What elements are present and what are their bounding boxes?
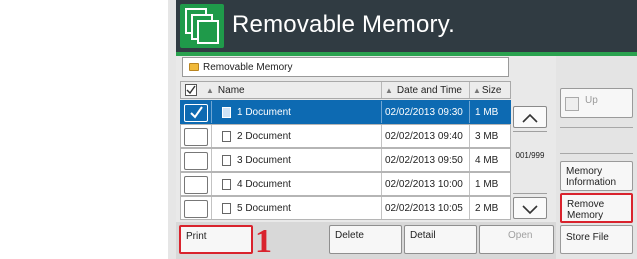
open-button[interactable]: Open [479,225,554,254]
column-header-date-label: Date and Time [396,85,462,96]
outer-strip [168,0,176,259]
row-date: 02/02/2013 09:40 [385,131,463,142]
step-callout-number: 1 [255,223,272,259]
store-file-label: Store File [566,232,609,243]
page-title: Removable Memory. [232,11,456,38]
row-name: 4 Document [237,179,291,190]
document-icon [222,131,231,142]
row-date: 02/02/2013 10:05 [385,203,463,214]
row-name: 2 Document [237,131,291,142]
column-header-name-label: Name [217,85,245,96]
removable-memory-panel: Removable Memory. Removable Memory ▲ Name… [176,0,637,259]
table-row[interactable]: 4 Document 02/02/2013 10:00 1 MB [180,172,511,196]
sort-arrow-icon: ▲ [473,86,481,95]
row-checkbox[interactable] [184,176,208,194]
row-date: 02/02/2013 09:50 [385,155,463,166]
open-label: Open [508,230,533,241]
up-button[interactable]: Up [560,88,633,118]
sort-arrow-icon: ▲ [206,86,214,95]
column-header-size-label: Size [481,85,502,96]
column-header-name[interactable]: ▲ Name [200,82,382,98]
column-header-date[interactable]: ▲ Date and Time [382,82,470,98]
document-icon [222,203,231,214]
store-file-button[interactable]: Store File [560,225,633,254]
table-row[interactable]: 3 Document 02/02/2013 09:50 4 MB [180,148,511,172]
scroll-down-button[interactable] [513,197,547,219]
delete-button[interactable]: Delete [329,225,402,254]
row-date: 02/02/2013 09:30 [385,107,463,118]
row-size: 3 MB [475,131,499,142]
document-icon [222,155,231,166]
table-row[interactable]: 2 Document 02/02/2013 09:40 3 MB [180,124,511,148]
print-label: Print [186,231,207,242]
row-checkbox[interactable] [184,200,208,218]
row-size: 2 MB [475,203,499,214]
delete-label: Delete [335,230,364,241]
page-counter: 001/999 [515,151,545,160]
column-header-size[interactable]: ▲Size [470,82,510,98]
title-bar: Removable Memory. [176,0,637,52]
up-button-label: Up [585,95,598,106]
list-scrollbar: 001/999 [513,99,547,219]
row-size: 1 MB [475,179,499,190]
up-folder-icon [565,97,579,111]
select-all-checkbox[interactable] [181,82,200,98]
row-checkbox[interactable] [184,128,208,146]
row-checkbox[interactable] [184,152,208,170]
row-name: 5 Document [237,203,291,214]
list-header: ▲ Name ▲ Date and Time ▲Size [180,81,511,99]
print-button[interactable]: Print [179,225,253,254]
memory-information-button[interactable]: Memory Information [560,161,633,191]
bottom-action-bar: Print Delete Detail Open [176,222,556,259]
remove-memory-label: Remove Memory [567,199,605,221]
breadcrumb-label: Removable Memory [203,62,293,73]
scroll-up-button[interactable] [513,106,547,128]
detail-button[interactable]: Detail [404,225,477,254]
memory-information-label: Memory Information [566,166,617,188]
detail-label: Detail [410,230,436,241]
row-name: 3 Document [237,155,291,166]
checkbox-icon [185,84,197,96]
folder-icon [189,63,199,71]
row-size: 4 MB [475,155,499,166]
breadcrumb: Removable Memory [182,57,509,77]
outer-background [0,0,168,259]
remove-memory-button[interactable]: Remove Memory [560,193,633,223]
table-row[interactable]: 1 Document 02/02/2013 09:30 1 MB [180,100,511,124]
removable-memory-icon [180,4,224,48]
sort-arrow-icon: ▲ [385,86,393,95]
row-date: 02/02/2013 10:00 [385,179,463,190]
row-size: 1 MB [475,107,499,118]
right-action-column: Up Memory Information Remove Memory Stor… [556,56,637,259]
row-name: 1 Document [237,107,291,118]
document-icon [222,179,231,190]
row-checkbox[interactable] [184,104,208,122]
document-icon [222,107,231,118]
table-row[interactable]: 5 Document 02/02/2013 10:05 2 MB [180,196,511,220]
